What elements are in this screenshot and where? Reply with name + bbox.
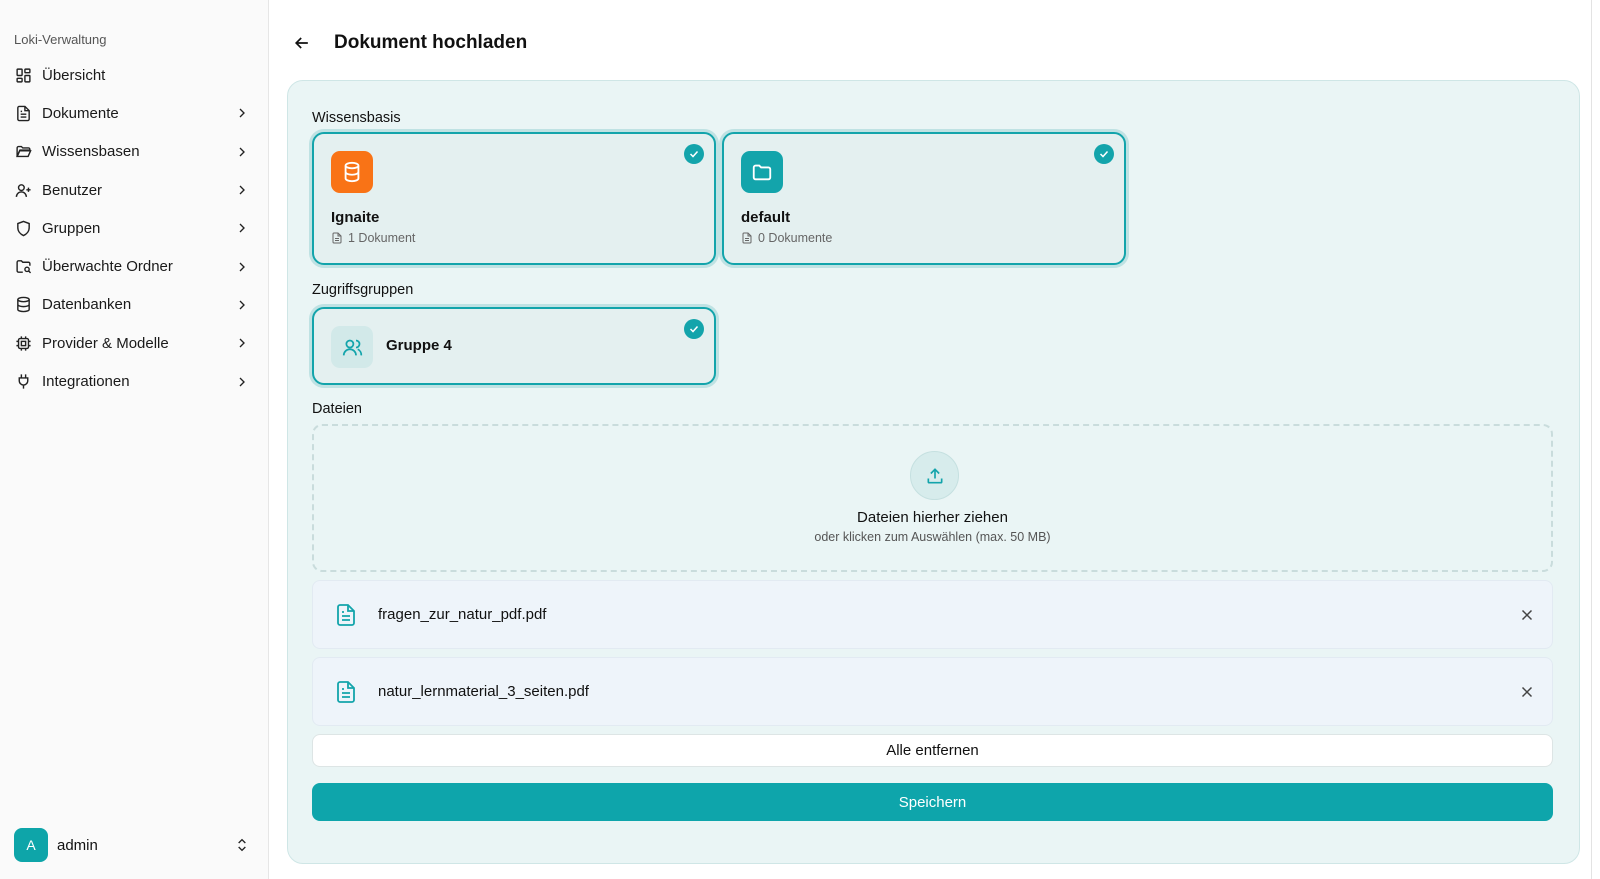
- sidebar-item-wissensbasen[interactable]: Wissensbasen: [6, 133, 258, 171]
- file-text-icon: [337, 681, 355, 703]
- file-name: fragen_zur_natur_pdf.pdf: [378, 606, 547, 623]
- chevron-right-icon: [239, 377, 245, 386]
- files-label: Dateien: [312, 401, 362, 417]
- sidebar-item-integrationen[interactable]: Integrationen: [6, 362, 258, 400]
- shield-icon: [14, 219, 32, 237]
- folder-icon: [752, 164, 772, 181]
- cpu-chip-icon: [14, 334, 32, 352]
- access-groups-label: Zugriffsgruppen: [312, 282, 414, 298]
- sidebar-item-dokumente[interactable]: Dokumente: [6, 94, 258, 132]
- plug-icon: [14, 373, 32, 391]
- sidebar-item-uebersicht[interactable]: Übersicht: [6, 56, 258, 94]
- knowledge-base-count: 1 Dokument: [331, 231, 415, 245]
- database-icon: [14, 296, 32, 314]
- back-arrow-icon[interactable]: [292, 33, 312, 53]
- users-icon: [331, 326, 373, 368]
- remove-all-button[interactable]: Alle entfernen: [312, 734, 1553, 767]
- close-icon[interactable]: [1518, 606, 1536, 624]
- knowledge-base-name: default: [741, 209, 791, 226]
- user-menu[interactable]: A admin: [6, 825, 258, 865]
- access-group-name: Gruppe 4: [386, 337, 452, 354]
- sidebar: Loki-Verwaltung Übersicht Dokumente Wiss…: [0, 0, 269, 879]
- file-list-item: fragen_zur_natur_pdf.pdf: [312, 580, 1553, 649]
- scrollbar-track: [1591, 0, 1592, 879]
- file-dropzone[interactable]: Dateien hierher ziehen oder klicken zum …: [312, 424, 1553, 572]
- sidebar-item-label: Datenbanken: [42, 296, 132, 314]
- sidebar-item-provider-modelle[interactable]: Provider & Modelle: [6, 324, 258, 362]
- chevron-right-icon: [239, 338, 245, 348]
- sidebar-item-label: Benutzer: [42, 181, 103, 199]
- chevron-right-icon: [239, 108, 245, 118]
- knowledge-base-count-text: 0 Dokumente: [758, 231, 833, 245]
- file-list-item: natur_lernmaterial_3_seiten.pdf: [312, 657, 1553, 726]
- sidebar-item-label: Überwachte Ordner: [42, 258, 173, 276]
- selected-check-icon: [684, 319, 704, 339]
- sidebar-item-label: Integrationen: [42, 373, 130, 391]
- sidebar-item-gruppen[interactable]: Gruppen: [6, 209, 258, 247]
- chevron-right-icon: [239, 262, 245, 272]
- sidebar-item-benutzer[interactable]: Benutzer: [6, 171, 258, 209]
- user-plus-icon: [14, 181, 32, 199]
- selected-check-icon: [684, 144, 704, 164]
- sidebar-nav: Übersicht Dokumente Wissensbasen Benutze…: [6, 56, 258, 401]
- dropzone-subtitle: oder klicken zum Auswählen (max. 50 MB): [814, 530, 1051, 544]
- chevrons-up-down-icon: [238, 838, 246, 852]
- selected-check-icon: [1094, 144, 1114, 164]
- sidebar-item-label: Dokumente: [42, 104, 119, 122]
- document-icon: [14, 104, 32, 122]
- save-button[interactable]: Speichern: [312, 783, 1553, 821]
- folder-open-icon: [14, 143, 32, 161]
- knowledge-base-badge: [331, 151, 373, 193]
- file-name: natur_lernmaterial_3_seiten.pdf: [378, 683, 589, 700]
- sidebar-section-title: Loki-Verwaltung: [14, 32, 107, 47]
- access-group-card-gruppe-4[interactable]: Gruppe 4: [312, 307, 716, 385]
- user-name: admin: [57, 836, 98, 854]
- chevron-right-icon: [239, 223, 245, 233]
- knowledge-base-badge: [741, 151, 783, 193]
- sidebar-item-label: Übersicht: [42, 66, 106, 84]
- knowledge-base-name: Ignaite: [331, 209, 380, 226]
- database-icon: [344, 161, 360, 183]
- sidebar-item-ueberwachte-ordner[interactable]: Überwachte Ordner: [6, 247, 258, 285]
- sidebar-item-label: Provider & Modelle: [42, 334, 169, 352]
- sidebar-item-datenbanken[interactable]: Datenbanken: [6, 286, 258, 324]
- dashboard-grid-icon: [14, 66, 32, 84]
- folder-search-icon: [14, 258, 32, 276]
- file-text-icon: [337, 604, 355, 626]
- sidebar-item-label: Wissensbasen: [42, 143, 140, 161]
- chevron-right-icon: [239, 147, 245, 157]
- knowledge-base-label: Wissensbasis: [312, 110, 401, 126]
- chevron-right-icon: [239, 300, 245, 310]
- document-icon: [742, 232, 752, 244]
- main-content: Dokument hochladen Wissensbasis Ignaite …: [270, 0, 1600, 879]
- sidebar-item-label: Gruppen: [42, 219, 101, 237]
- chevron-right-icon: [239, 185, 245, 195]
- upload-icon: [910, 451, 959, 500]
- knowledge-base-count-text: 1 Dokument: [348, 231, 416, 245]
- knowledge-base-card-default[interactable]: default 0 Dokumente: [722, 132, 1126, 265]
- close-icon[interactable]: [1518, 683, 1536, 701]
- upload-form-card: Wissensbasis Ignaite 1 Dokument default …: [287, 80, 1580, 864]
- knowledge-base-count: 0 Dokumente: [741, 231, 832, 245]
- document-icon: [332, 232, 342, 244]
- avatar: A: [14, 828, 48, 862]
- dropzone-title: Dateien hierher ziehen: [857, 509, 1008, 526]
- knowledge-base-card-ignaite[interactable]: Ignaite 1 Dokument: [312, 132, 716, 265]
- page-title: Dokument hochladen: [334, 32, 528, 53]
